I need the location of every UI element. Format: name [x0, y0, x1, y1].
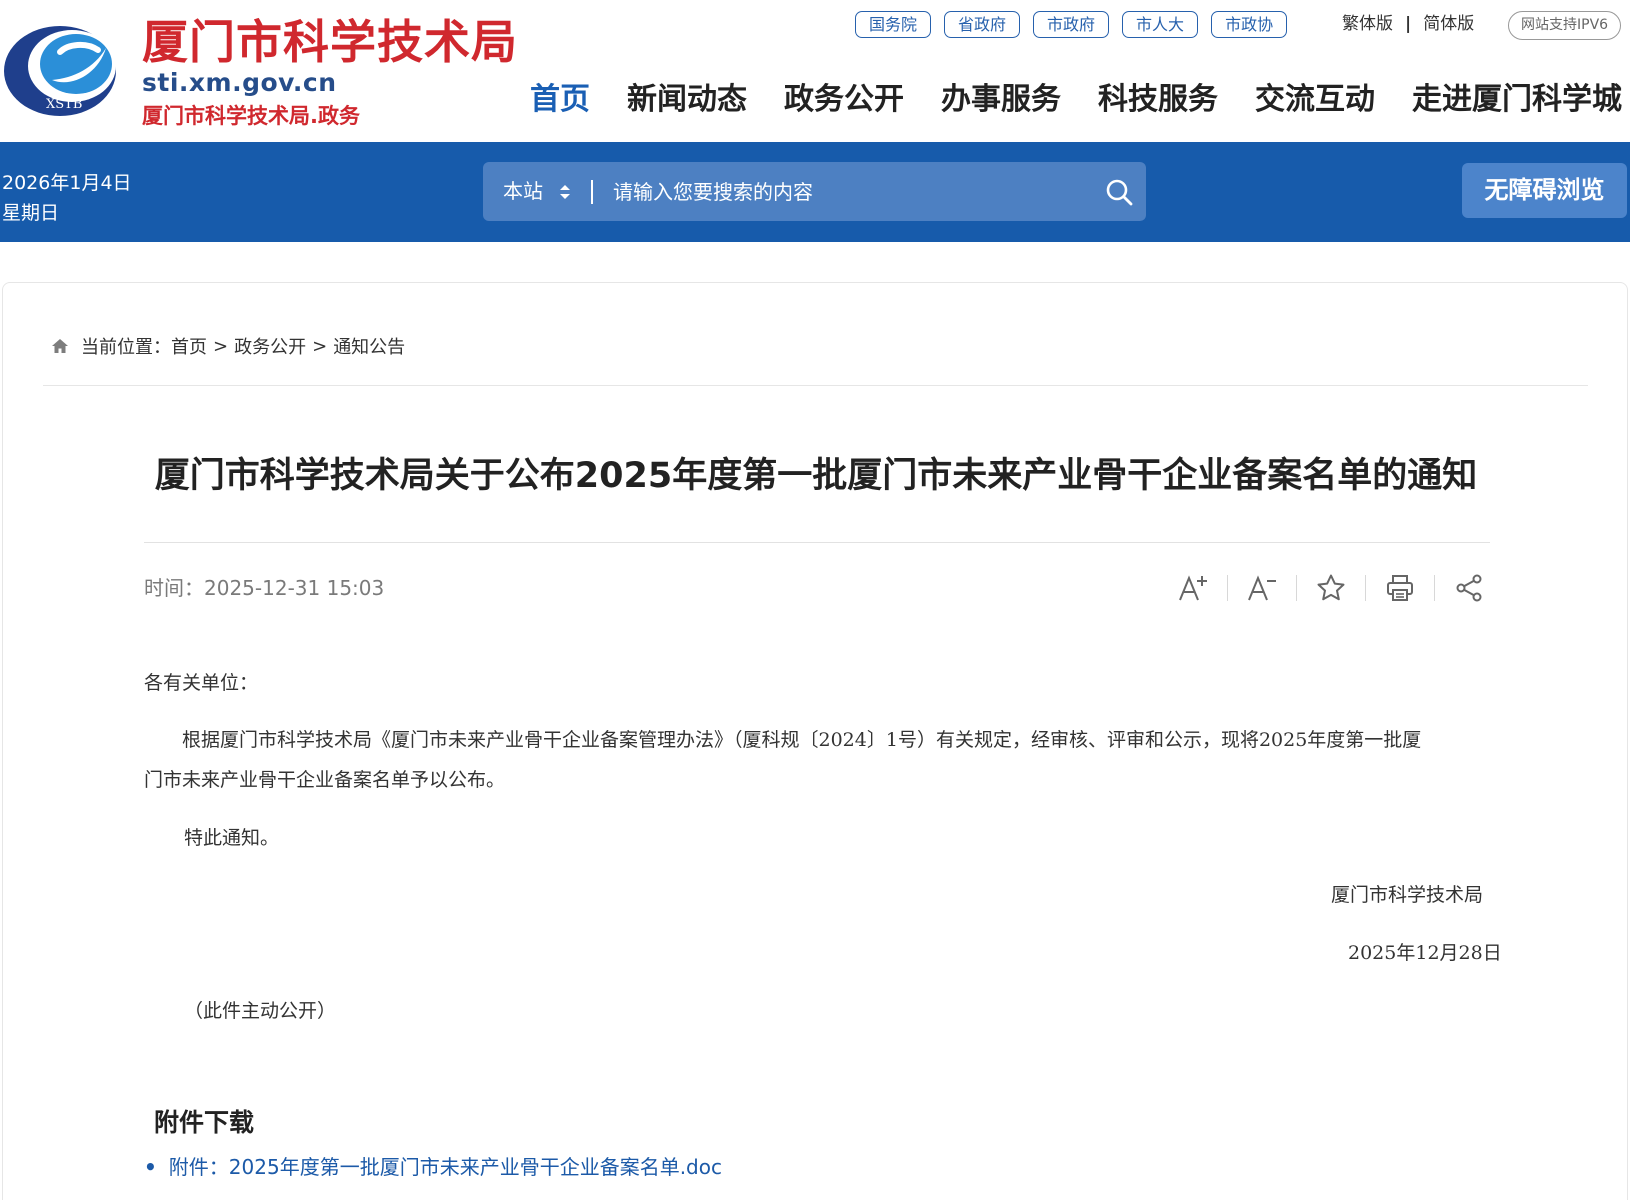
accessibility-button[interactable]: 无障碍浏览	[1462, 163, 1627, 218]
search-scope-label: 本站	[503, 179, 543, 203]
attachment-link[interactable]: • 附件：2025年度第一批厦门市未来产业骨干企业备案名单.doc	[144, 1151, 722, 1180]
gov-links: 国务院 省政府 市政府 市人大 市政协	[855, 11, 1288, 38]
tool-divider	[1434, 575, 1435, 601]
lang-separator: |	[1405, 14, 1412, 34]
gov-link-city[interactable]: 市政府	[1033, 11, 1110, 38]
weekday-text: 星期日	[2, 202, 60, 224]
site-subtitle: 厦门市科学技术局.政务	[142, 104, 360, 128]
current-date: 2026年1月4日 星期日	[2, 168, 132, 228]
home-icon	[52, 339, 68, 353]
breadcrumb-notices[interactable]: 通知公告	[333, 333, 405, 359]
site-title[interactable]: 厦门市科学技术局	[142, 14, 518, 70]
tool-divider	[1227, 575, 1228, 601]
paragraph-line: 根据厦门市科学技术局《厦门市未来产业骨干企业备案管理办法》（厦科规〔2024〕1…	[182, 729, 1422, 751]
nav-services[interactable]: 办事服务	[941, 78, 1061, 122]
paragraph-line: 门市未来产业骨干企业备案名单予以公布。	[144, 769, 506, 791]
breadcrumb-separator: >	[213, 335, 229, 357]
gov-link-province[interactable]: 省政府	[944, 11, 1021, 38]
bullet-icon: •	[144, 1155, 157, 1179]
search-box: 本站	[483, 162, 1146, 221]
breadcrumb: 当前位置： 首页 > 政务公开 > 通知公告	[51, 333, 411, 359]
article-title: 厦门市科学技术局关于公布2025年度第一批厦门市未来产业骨干企业备案名单的通知	[154, 456, 1478, 496]
salutation: 各有关单位：	[144, 672, 259, 694]
breadcrumb-government-affairs[interactable]: 政务公开	[234, 333, 306, 359]
search-scope-select[interactable]: 本站	[503, 162, 543, 221]
article-card: 当前位置： 首页 > 政务公开 > 通知公告 厦门市科学技术局关于公布2025年…	[2, 282, 1628, 1200]
tool-divider	[1365, 575, 1366, 601]
article-tools	[1173, 568, 1489, 608]
title-divider	[144, 542, 1490, 543]
font-increase-icon[interactable]	[1173, 568, 1213, 608]
publish-time: 时间：2025-12-31 15:03	[144, 573, 384, 603]
share-icon[interactable]	[1449, 568, 1489, 608]
favorite-star-icon[interactable]	[1311, 568, 1351, 608]
search-bar-strip: 2026年1月4日 星期日 本站 无障碍浏览	[0, 142, 1630, 242]
signature-date: 2025年12月28日	[1348, 942, 1502, 964]
breadcrumb-divider	[43, 385, 1588, 386]
breadcrumb-separator: >	[312, 335, 328, 357]
nav-government-affairs[interactable]: 政务公开	[784, 78, 904, 122]
publish-time-label: 时间：	[144, 576, 204, 600]
search-icon[interactable]	[1105, 178, 1133, 206]
nav-interaction[interactable]: 交流互动	[1255, 78, 1375, 122]
print-icon[interactable]	[1380, 568, 1420, 608]
site-logo-icon[interactable]: XSTB	[2, 22, 120, 118]
publish-time-value: 2025-12-31 15:03	[204, 576, 385, 600]
gov-link-congress[interactable]: 市人大	[1122, 11, 1199, 38]
nav-science-city[interactable]: 走进厦门科学城	[1412, 78, 1622, 122]
traditional-chinese-link[interactable]: 繁体版	[1342, 11, 1393, 38]
disclosure-note: （此件主动公开）	[184, 1000, 337, 1022]
sort-arrows-icon[interactable]	[559, 184, 571, 200]
breadcrumb-home[interactable]: 首页	[171, 333, 207, 359]
nav-tech-services[interactable]: 科技服务	[1098, 78, 1218, 122]
language-switch: 繁体版 | 简体版	[1342, 11, 1474, 38]
tool-divider	[1296, 575, 1297, 601]
site-domain: sti.xm.gov.cn	[142, 68, 337, 97]
breadcrumb-label: 当前位置：	[81, 337, 171, 358]
ipv6-badge: 网站支持IPV6	[1508, 11, 1622, 40]
gov-link-state-council[interactable]: 国务院	[855, 11, 932, 38]
site-header: XSTB 厦门市科学技术局 sti.xm.gov.cn 厦门市科学技术局.政务 …	[0, 0, 1630, 142]
nav-home[interactable]: 首页	[530, 78, 590, 122]
simplified-chinese-link[interactable]: 简体版	[1423, 11, 1474, 38]
attachments-heading: 附件下载	[154, 1108, 255, 1137]
logo-text: XSTB	[46, 97, 82, 112]
gov-link-cppcc[interactable]: 市政协	[1211, 11, 1288, 38]
search-divider	[591, 180, 593, 204]
font-decrease-icon[interactable]	[1242, 568, 1282, 608]
nav-news[interactable]: 新闻动态	[627, 78, 747, 122]
search-input[interactable]	[613, 170, 1063, 213]
signature: 厦门市科学技术局	[1331, 884, 1484, 906]
main-nav: 首页 新闻动态 政务公开 办事服务 科技服务 交流互动 走进厦门科学城	[530, 78, 1622, 122]
closing-text: 特此通知。	[184, 827, 280, 849]
article-paragraph: 根据厦门市科学技术局《厦门市未来产业骨干企业备案管理办法》（厦科规〔2024〕1…	[144, 720, 1490, 800]
attachment-link-text: 附件：2025年度第一批厦门市未来产业骨干企业备案名单.doc	[168, 1155, 722, 1179]
date-text: 2026年1月4日	[2, 172, 132, 194]
